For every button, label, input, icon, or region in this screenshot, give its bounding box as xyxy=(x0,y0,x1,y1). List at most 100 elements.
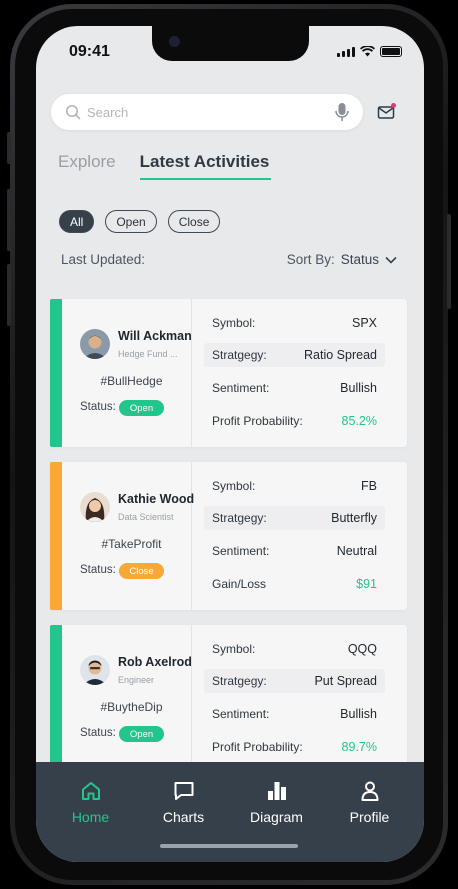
home-icon xyxy=(81,782,100,800)
detail-row-sentiment: Sentiment: Bullish xyxy=(212,378,377,398)
search-input[interactable]: Search xyxy=(87,105,335,120)
trade-details: Symbol: QQQ Stratgegy: Put Spread Sentimen… xyxy=(192,625,407,773)
detail-label: Profit Probability: xyxy=(212,414,303,428)
camera xyxy=(169,36,180,47)
trade-details: Symbol: FB Stratgegy: Butterfly Sentiment:… xyxy=(192,462,407,610)
phone-frame: 09:41 Search Explore Latest Activities A… xyxy=(7,4,451,885)
detail-label: Stratgegy: xyxy=(212,674,267,688)
power-button xyxy=(447,214,451,309)
detail-row-sentiment: Sentiment: Neutral xyxy=(212,541,377,561)
trade-details: Symbol: SPX Stratgegy: Ratio Spread Sentim… xyxy=(192,299,407,447)
avatar xyxy=(80,329,110,359)
battery-icon xyxy=(380,46,402,57)
chat-icon xyxy=(174,782,193,800)
detail-row-strategy: Stratgegy: Butterfly xyxy=(204,506,385,530)
filter-close[interactable]: Close xyxy=(167,210,221,233)
status-color-bar xyxy=(50,462,62,610)
last-updated-label: Last Updated: xyxy=(61,252,146,267)
status-badge: Open xyxy=(119,400,164,416)
detail-row-strategy: Stratgegy: Put Spread xyxy=(204,669,385,693)
notch xyxy=(152,26,309,61)
tab-latest-activities[interactable]: Latest Activities xyxy=(139,152,272,180)
status-icons xyxy=(337,46,402,57)
detail-value: Neutral xyxy=(336,544,377,558)
detail-label: Sentiment: xyxy=(212,381,270,395)
filter-open[interactable]: Open xyxy=(105,210,157,233)
search-icon xyxy=(66,105,81,120)
bar-chart-icon xyxy=(267,782,286,800)
detail-row-sentiment: Sentiment: Bullish xyxy=(212,704,377,724)
hashtag: #TakeProfit xyxy=(101,537,162,551)
hashtag: #BuytheDip xyxy=(100,700,163,714)
detail-row-profit: Profit Probability: 89.7% xyxy=(212,737,377,757)
detail-label: Sentiment: xyxy=(212,544,270,558)
nav-label: Charts xyxy=(162,809,205,825)
wifi-icon xyxy=(360,46,375,57)
trader-role: Data Scientist xyxy=(118,512,174,522)
activity-card[interactable]: Rob Axelrod Engineer #BuytheDip Status: … xyxy=(50,625,407,773)
detail-value: Ratio Spread xyxy=(304,348,377,362)
bezel: 09:41 Search Explore Latest Activities A… xyxy=(15,9,443,880)
detail-value: 89.7% xyxy=(341,740,377,754)
sort-dropdown[interactable]: Sort By: Status xyxy=(287,252,397,267)
filter-all[interactable]: All xyxy=(59,210,95,233)
avatar xyxy=(80,492,110,522)
filter-chips: All Open Close xyxy=(59,210,221,233)
tabs: Explore Latest Activities xyxy=(58,152,272,180)
trader-role: Hedge Fund ... xyxy=(118,349,178,359)
detail-label: Symbol: xyxy=(212,479,256,493)
nav-profile[interactable]: Profile xyxy=(330,762,410,862)
detail-value: Put Spread xyxy=(314,674,377,688)
detail-value: QQQ xyxy=(347,642,377,656)
detail-row-symbol: Symbol: SPX xyxy=(212,313,377,333)
detail-value: FB xyxy=(361,479,377,493)
trader-info: Will Ackman Hedge Fund ... #BullHedge St… xyxy=(62,299,192,447)
detail-row-gain-loss: Gain/Loss $91 xyxy=(212,574,377,594)
detail-value: $91 xyxy=(356,577,377,591)
detail-label: Gain/Loss xyxy=(212,577,267,591)
volume-down-button xyxy=(7,264,11,326)
status-time: 09:41 xyxy=(69,43,110,60)
nav-home[interactable]: Home xyxy=(51,762,131,862)
status-label: Status: xyxy=(80,727,116,739)
activity-card[interactable]: Will Ackman Hedge Fund ... #BullHedge St… xyxy=(50,299,407,447)
status-badge: Open xyxy=(119,726,164,742)
tab-explore[interactable]: Explore xyxy=(58,152,116,172)
status-label: Status: xyxy=(80,564,116,576)
status-label: Status: xyxy=(80,401,116,413)
user-icon xyxy=(361,781,378,801)
detail-label: Profit Probability: xyxy=(212,740,303,754)
detail-label: Symbol: xyxy=(212,642,256,656)
avatar xyxy=(80,655,110,685)
microphone-icon[interactable] xyxy=(335,102,349,122)
bottom-nav: Home Charts Diagram Profile xyxy=(36,762,424,862)
trader-name: Will Ackman xyxy=(118,329,192,343)
status-color-bar xyxy=(50,299,62,447)
trader-info: Rob Axelrod Engineer #BuytheDip Status: … xyxy=(62,625,192,773)
detail-value: Bullish xyxy=(340,381,377,395)
home-indicator xyxy=(160,844,298,848)
detail-value: 85.2% xyxy=(341,414,377,428)
sort-label: Sort By: xyxy=(286,252,335,267)
detail-row-strategy: Stratgegy: Ratio Spread xyxy=(204,343,385,367)
trader-name: Kathie Wood xyxy=(118,492,195,506)
detail-row-profit: Profit Probability: 85.2% xyxy=(212,411,377,431)
trader-role: Engineer xyxy=(118,675,155,685)
search-bar[interactable]: Search xyxy=(51,94,363,130)
cellular-signal-icon xyxy=(337,47,355,57)
detail-value: Butterfly xyxy=(331,511,377,525)
volume-up-button xyxy=(7,189,11,251)
trader-name: Rob Axelrod xyxy=(118,655,192,669)
detail-row-symbol: Symbol: FB xyxy=(212,476,377,496)
detail-label: Sentiment: xyxy=(212,707,270,721)
detail-label: Stratgegy: xyxy=(212,511,267,525)
trader-info: Kathie Wood Data Scientist #TakeProfit S… xyxy=(62,462,195,610)
status-color-bar xyxy=(50,625,62,773)
mail-icon[interactable] xyxy=(377,102,397,122)
activity-card[interactable]: Kathie Wood Data Scientist #TakeProfit S… xyxy=(50,462,407,610)
detail-label: Stratgegy: xyxy=(212,348,267,362)
sort-value: Status xyxy=(340,252,379,267)
detail-value: Bullish xyxy=(340,707,377,721)
nav-label: Diagram xyxy=(250,809,303,825)
mute-switch xyxy=(7,132,11,164)
